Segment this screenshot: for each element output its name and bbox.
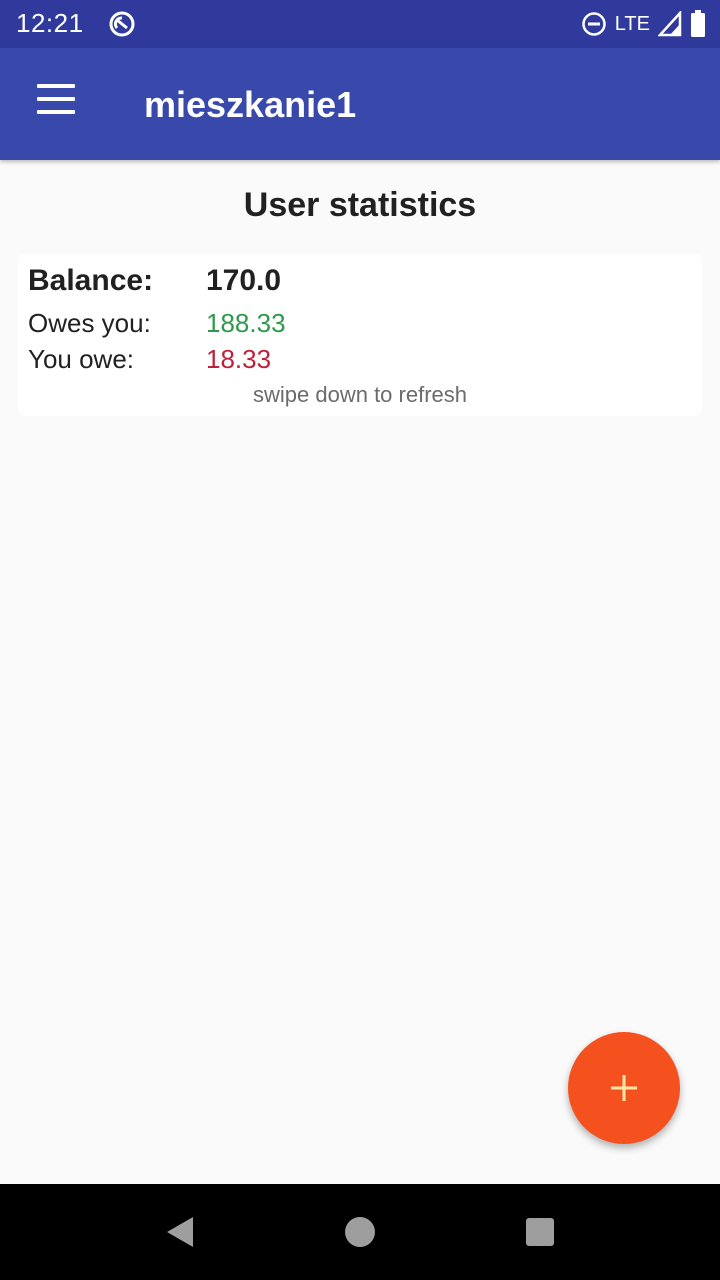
sync-icon (109, 11, 135, 37)
app-bar: mieszkanie1 (0, 48, 720, 160)
status-icons: LTE (581, 10, 706, 38)
back-button[interactable] (150, 1202, 210, 1262)
add-button[interactable] (568, 1032, 680, 1144)
stats-card[interactable]: Balance: 170.0 Owes you: 188.33 You owe:… (18, 254, 702, 416)
app-title: mieszkanie1 (144, 84, 357, 125)
owes-you-value: 188.33 (206, 308, 286, 338)
home-button[interactable] (330, 1202, 390, 1262)
back-icon (167, 1217, 193, 1247)
status-bar: 12:21 LTE (0, 0, 720, 48)
owes-you-label: Owes you: (28, 308, 151, 338)
refresh-hint: swipe down to refresh (253, 382, 467, 407)
status-time: 12:21 (16, 8, 84, 38)
do-not-disturb-icon (582, 12, 606, 36)
you-owe-label: You owe: (28, 344, 135, 374)
battery-icon (691, 10, 705, 37)
navigation-bar (0, 1184, 720, 1280)
recents-icon (526, 1218, 554, 1246)
network-type: LTE (614, 12, 650, 35)
balance-value: 170.0 (206, 264, 282, 297)
menu-icon[interactable] (32, 84, 80, 124)
signal-icon (658, 11, 682, 37)
plus-icon (611, 1075, 637, 1101)
page-title: User statistics (243, 186, 477, 224)
balance-label: Balance: (28, 264, 154, 297)
you-owe-value: 18.33 (206, 344, 272, 374)
home-icon (345, 1217, 375, 1247)
recents-button[interactable] (510, 1202, 570, 1262)
